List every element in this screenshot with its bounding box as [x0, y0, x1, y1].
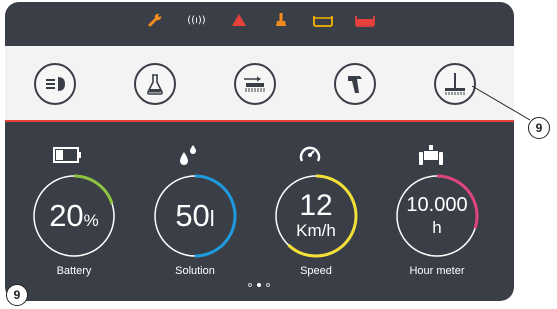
callout-leader-line	[471, 85, 531, 121]
callout-number: 9	[6, 284, 28, 306]
callout-number: 9	[528, 117, 550, 139]
